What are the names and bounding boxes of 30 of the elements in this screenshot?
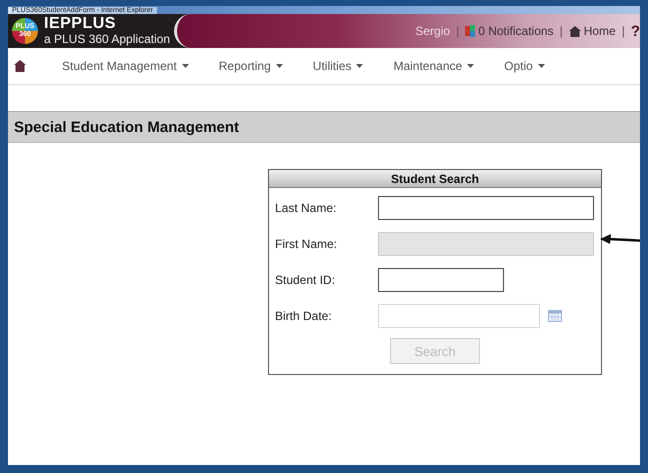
app-name: IEPPLUS xyxy=(44,16,117,32)
caret-icon xyxy=(276,64,283,68)
notifications-link[interactable]: 0 Notifications xyxy=(465,24,554,38)
separator: | xyxy=(622,24,625,38)
field-label: Last Name: xyxy=(275,201,338,215)
app-subtitle: a PLUS 360 Application xyxy=(44,32,172,46)
input-field[interactable] xyxy=(378,268,504,292)
caret-icon xyxy=(356,64,364,68)
nav-menu[interactable]: Optio xyxy=(504,59,545,73)
nav-menu[interactable]: Reporting xyxy=(218,59,283,73)
home-icon xyxy=(568,26,581,36)
field-label: Student ID: xyxy=(275,273,336,287)
nav-menu[interactable]: Maintenance xyxy=(393,59,474,73)
caret-icon xyxy=(182,64,189,68)
input-field[interactable] xyxy=(378,196,594,220)
field-label: First Name: xyxy=(275,237,338,251)
help-link[interactable]: ? xyxy=(630,22,640,40)
field-label: Birth Date: xyxy=(275,309,333,323)
separator: | xyxy=(560,24,563,38)
nav-menu[interactable]: Student Management xyxy=(62,59,189,73)
caret-icon xyxy=(538,64,545,68)
nav-menu[interactable]: Utilities xyxy=(312,59,364,73)
separator: | xyxy=(456,24,460,38)
caret-icon xyxy=(467,64,474,68)
notification-icon xyxy=(465,25,476,37)
home-link[interactable]: Home xyxy=(568,24,616,38)
section-title: Special Education Management xyxy=(14,118,240,136)
pointer-arrow xyxy=(600,233,640,247)
home-icon[interactable] xyxy=(14,60,26,72)
panel-title: Student Search xyxy=(390,172,480,186)
